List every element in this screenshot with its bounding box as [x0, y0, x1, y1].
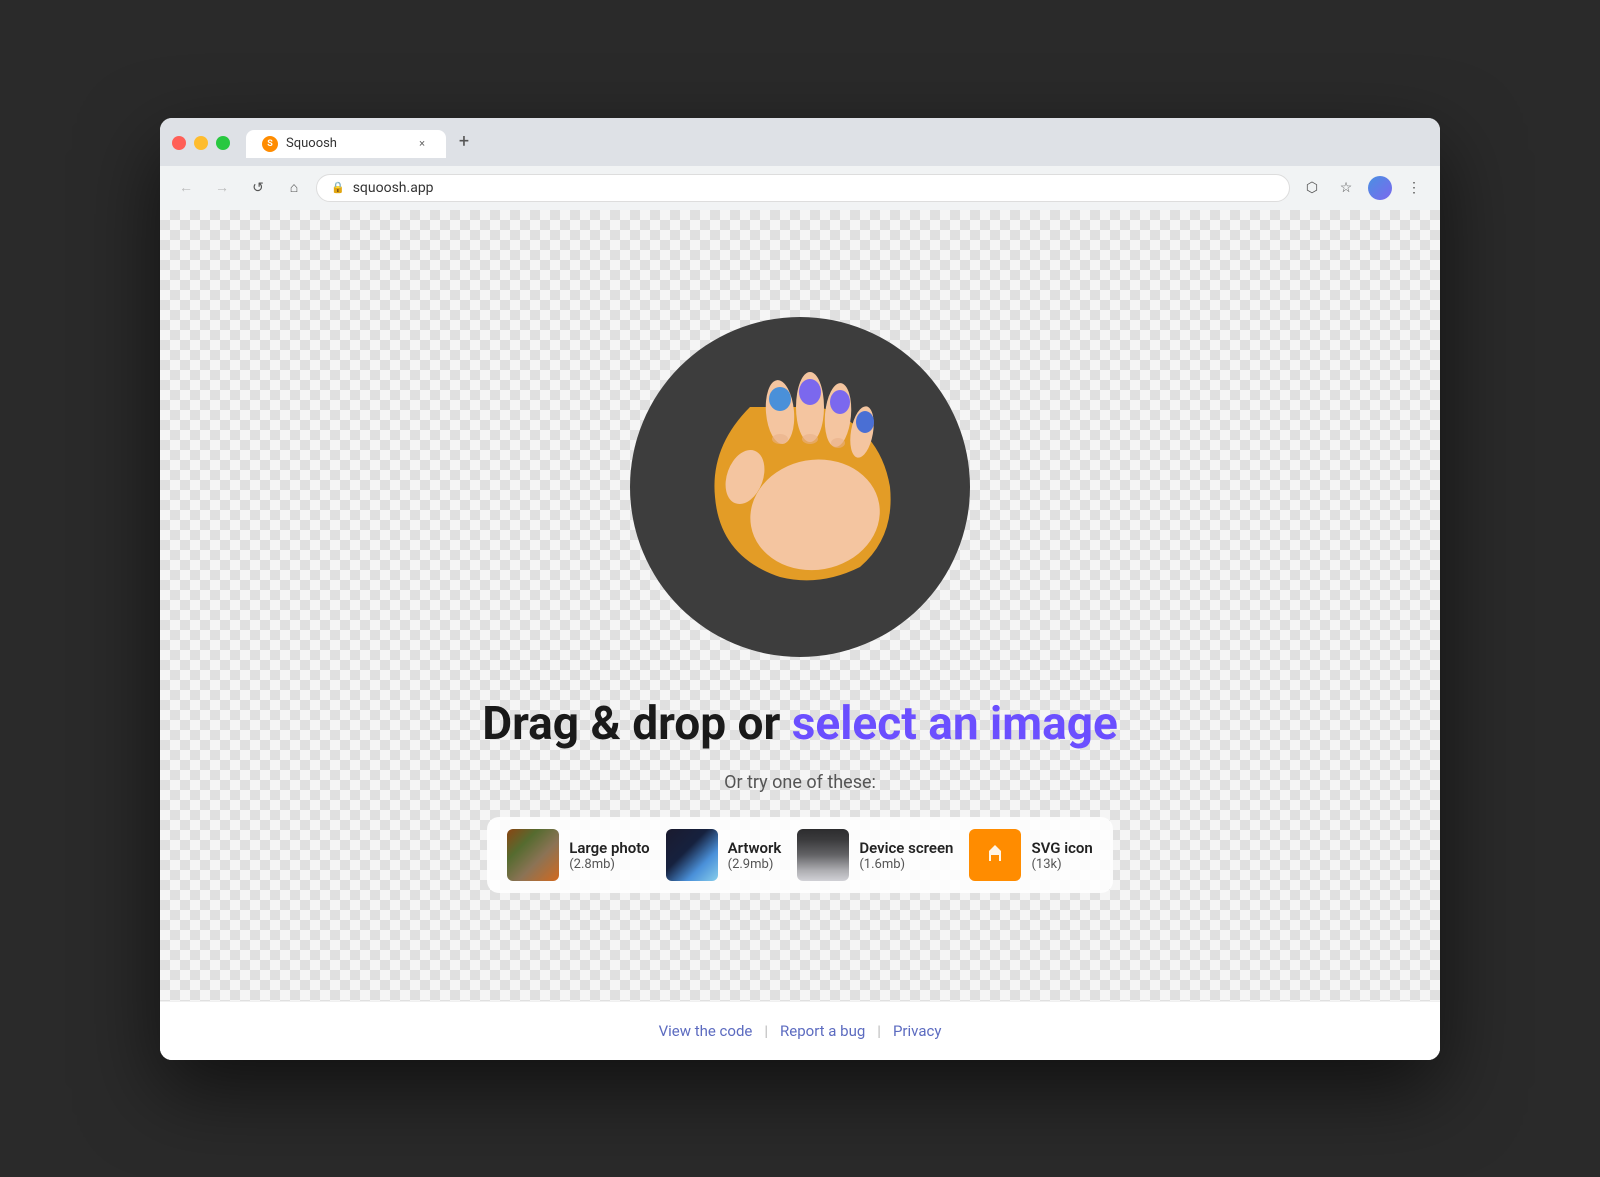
traffic-lights [172, 136, 230, 150]
chrome-titlebar: S Squoosh × + [160, 118, 1440, 166]
profile-icon[interactable] [1366, 174, 1394, 202]
sample-images: Large photo (2.8mb) Artwork (2.9mb) [487, 817, 1113, 893]
tabs-row: S Squoosh × + [246, 128, 1428, 158]
tab-favicon: S [262, 136, 278, 152]
sample-size-art: (2.9mb) [728, 857, 782, 872]
tab-close-button[interactable]: × [414, 136, 430, 152]
sample-size-device: (1.6mb) [859, 857, 953, 872]
sample-item-art[interactable]: Artwork (2.9mb) [666, 829, 782, 881]
external-link-icon[interactable]: ⬡ [1298, 174, 1326, 202]
svg-thumb-illustration [977, 837, 1013, 873]
lock-icon: 🔒 [331, 181, 345, 194]
traffic-light-yellow[interactable] [194, 136, 208, 150]
sample-name-device: Device screen [859, 839, 953, 857]
drop-text-highlight: select an image [792, 697, 1118, 751]
page-content: Drag & drop or select an image Or try on… [160, 210, 1440, 1060]
new-tab-button[interactable]: + [450, 128, 478, 156]
chrome-top: S Squoosh × + [172, 128, 1428, 158]
sample-thumb-svg-bg [969, 829, 1021, 881]
chrome-toolbar: ← → ↺ ⌂ 🔒 squoosh.app ⬡ ☆ ⋮ [160, 166, 1440, 210]
sample-name-art: Artwork [728, 839, 782, 857]
bookmark-icon[interactable]: ☆ [1332, 174, 1360, 202]
active-tab[interactable]: S Squoosh × [246, 130, 446, 158]
tab-title: Squoosh [286, 136, 406, 151]
toolbar-actions: ⬡ ☆ ⋮ [1298, 174, 1428, 202]
page-footer: View the code | Report a bug | Privacy [160, 1001, 1440, 1060]
sample-thumb-svg [969, 829, 1021, 881]
reload-button[interactable]: ↺ [244, 174, 272, 202]
footer-separator-2: | [877, 1022, 881, 1040]
sample-item-photo[interactable]: Large photo (2.8mb) [507, 829, 649, 881]
view-code-link[interactable]: View the code [659, 1022, 753, 1040]
sample-info-svg: SVG icon (13k) [1031, 839, 1092, 872]
home-button[interactable]: ⌂ [280, 174, 308, 202]
forward-button[interactable]: → [208, 174, 236, 202]
sample-thumb-device [797, 829, 849, 881]
sample-info-photo: Large photo (2.8mb) [569, 839, 649, 872]
sample-thumb-photo [507, 829, 559, 881]
sample-name-svg: SVG icon [1031, 839, 1092, 857]
report-bug-link[interactable]: Report a bug [780, 1022, 865, 1040]
address-bar[interactable]: 🔒 squoosh.app [316, 174, 1290, 202]
address-text: squoosh.app [353, 180, 434, 196]
privacy-link[interactable]: Privacy [893, 1022, 941, 1040]
footer-separator-1: | [764, 1022, 768, 1040]
sample-size-svg: (13k) [1031, 857, 1092, 872]
back-button[interactable]: ← [172, 174, 200, 202]
drop-text: Drag & drop or select an image [482, 697, 1118, 752]
sample-thumb-art-bg [666, 829, 718, 881]
browser-window: S Squoosh × + ← → ↺ ⌂ 🔒 squoosh.app ⬡ ☆ … [160, 118, 1440, 1060]
squoosh-logo [665, 352, 935, 622]
logo-circle [630, 317, 970, 657]
traffic-light-red[interactable] [172, 136, 186, 150]
sample-info-art: Artwork (2.9mb) [728, 839, 782, 872]
sample-thumb-art [666, 829, 718, 881]
sample-size-photo: (2.8mb) [569, 857, 649, 872]
traffic-light-green[interactable] [216, 136, 230, 150]
or-try-text: Or try one of these: [724, 772, 876, 793]
drop-text-prefix: Drag & drop or [482, 697, 792, 751]
menu-icon[interactable]: ⋮ [1400, 174, 1428, 202]
sample-item-svg[interactable]: SVG icon (13k) [969, 829, 1092, 881]
sample-info-device: Device screen (1.6mb) [859, 839, 953, 872]
sample-thumb-photo-bg [507, 829, 559, 881]
sample-item-device[interactable]: Device screen (1.6mb) [797, 829, 953, 881]
sample-thumb-device-bg [797, 829, 849, 881]
drop-zone[interactable]: Drag & drop or select an image Or try on… [160, 210, 1440, 1001]
sample-name-photo: Large photo [569, 839, 649, 857]
